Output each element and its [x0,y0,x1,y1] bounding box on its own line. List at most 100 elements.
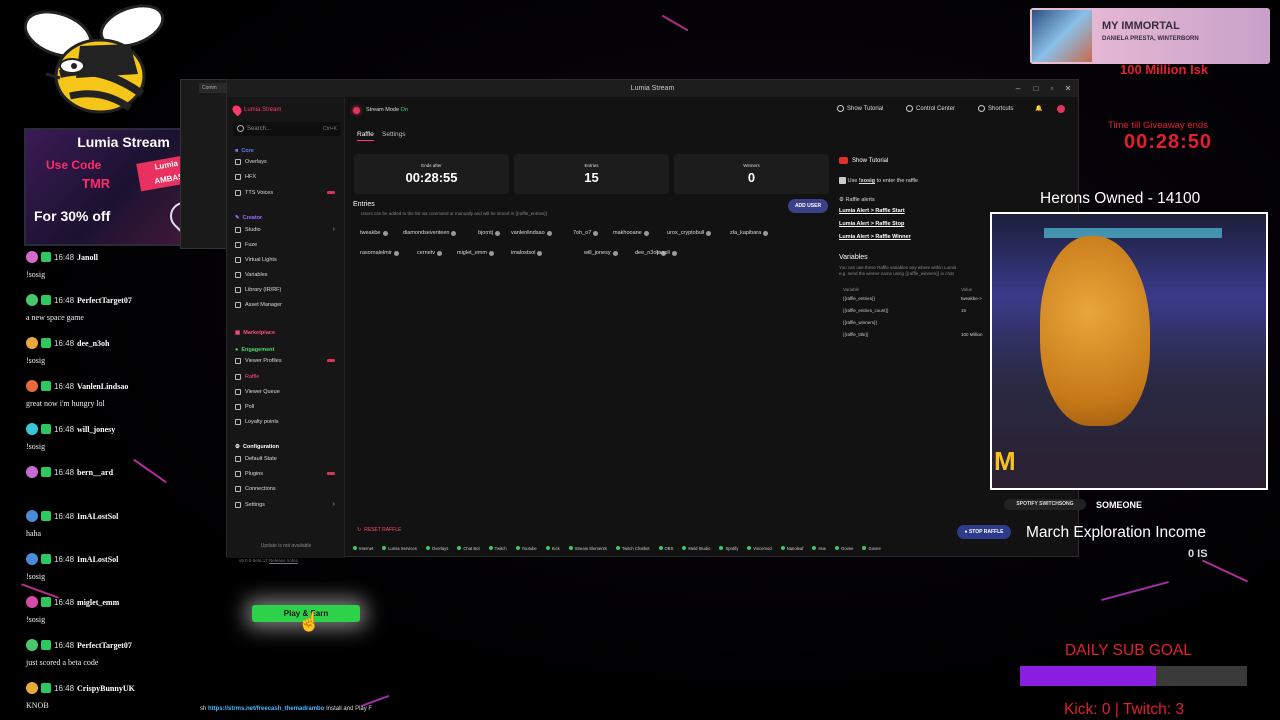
stream-mode-toggle[interactable]: Stream Mode On [353,103,408,117]
maximize-icon[interactable]: □ [1028,80,1044,97]
section-marketplace[interactable]: ▦ Marketplace [235,330,275,336]
bell-icon[interactable]: 🔔 [1035,105,1042,112]
sidebar-item[interactable]: HFX [235,170,339,183]
variable-value: 100 Million [961,332,983,337]
remove-icon[interactable] [437,250,443,256]
sidebar-item[interactable]: TTS Voices [235,186,339,199]
close-icon[interactable]: ✕ [1060,80,1076,97]
release-notes-link[interactable]: Release notes [269,558,298,563]
ticker-link[interactable]: https://strms.net/freecash_themadrambo [208,706,324,712]
tab-raffle[interactable]: Raffle [357,131,374,141]
status-item[interactable]: Chat Bot [457,546,479,554]
chat-time: 16:48 [54,467,75,477]
entry-chip[interactable]: bjorntj [478,230,500,236]
remove-icon[interactable] [593,230,599,236]
status-item[interactable]: Nanoleaf [781,546,804,554]
remove-icon[interactable] [382,230,388,236]
status-item[interactable]: Youtube [516,546,537,554]
show-tutorial-button[interactable]: Show Tutorial [837,105,883,112]
browser-tab[interactable]: Comm [199,83,227,93]
entry-chip[interactable]: diamondseventeen [403,230,457,236]
raffle-info-panel: Show Tutorial Use !sosig to enter the ra… [839,154,989,354]
status-item[interactable]: Spotify [719,546,738,554]
section-engagement[interactable]: ● Engagement [235,347,274,353]
alert-link-stop[interactable]: Lumia Alert > Raffle Stop [839,221,904,227]
entry-chip[interactable]: 7oh_o7 [573,230,599,236]
chat-text: great now i'm hungry lol [26,399,105,408]
status-item[interactable]: Voicemod [747,546,771,554]
entry-chip[interactable]: cernetv [417,250,443,256]
remove-icon[interactable] [494,230,500,236]
sidebar-item[interactable]: Plugins [235,467,339,480]
sidebar-item[interactable]: Poll [235,400,339,413]
lumia-logo-icon [230,103,244,117]
remove-icon[interactable] [706,230,712,236]
entry-chip[interactable]: janoll [657,250,677,256]
sidebar-item[interactable]: Asset Manager [235,298,339,311]
remove-icon[interactable] [763,230,769,236]
restore-icon[interactable]: ▫ [1044,80,1060,97]
chat-message: 16:48 will_jonesy !sosig [26,422,226,451]
sidebar-item[interactable]: Fuze [235,238,339,251]
entry-chip[interactable]: urox_cryptobull [667,230,712,236]
remove-icon[interactable] [393,250,399,256]
shortcuts-button[interactable]: Shortcuts [978,105,1013,112]
status-item[interactable]: Overlays [426,546,449,554]
sidebar-item[interactable]: Viewer Profiles [235,354,339,367]
status-item[interactable]: Internet [353,546,373,554]
entry-chip[interactable]: makhooane [613,230,649,236]
remove-icon[interactable] [643,230,649,236]
status-item[interactable]: Govee [835,546,853,554]
alert-link-winner[interactable]: Lumia Alert > Raffle Winner [839,234,911,240]
remove-icon[interactable] [451,230,457,236]
section-configuration[interactable]: ⚙ Configuration [235,444,279,450]
entry-chip[interactable]: miglet_emm [457,250,494,256]
youtube-icon [839,157,848,164]
minimize-icon[interactable]: – [1010,80,1026,97]
sidebar-item[interactable]: Studio › [235,223,339,236]
entry-chip[interactable]: tweakbe [360,230,388,236]
sidebar-item[interactable]: Library (IR/RF) [235,283,339,296]
remove-icon[interactable] [546,230,552,236]
alert-link-start[interactable]: Lumia Alert > Raffle Start [839,208,905,214]
remove-icon[interactable] [488,250,494,256]
tab-settings[interactable]: Settings [382,131,406,138]
section-core[interactable]: ■ Core [235,148,254,154]
entry-chip[interactable]: vanlenlindsao [511,230,552,236]
status-item[interactable]: OBS [659,546,674,554]
entry-chip[interactable]: will_jonesy [584,250,618,256]
status-item[interactable]: Twitch Chatbot [616,546,650,554]
sidebar-item[interactable]: Loyalty points [235,415,339,428]
status-item[interactable]: Lumia Services [382,546,417,554]
remove-icon[interactable] [537,250,543,256]
search-input[interactable]: Search... Ctrl+K [233,122,341,136]
sidebar-item[interactable]: Virtual Lights [235,253,339,266]
sidebar-item[interactable]: Default State [235,452,339,465]
status-item[interactable]: Meld Studio [682,546,710,554]
sidebar-item[interactable]: Viewer Queue [235,385,339,398]
status-item[interactable]: Kick [546,546,560,554]
add-user-button[interactable]: ADD USER [788,199,828,213]
reset-raffle-button[interactable]: ↻ RESET RAFFLE [357,527,401,533]
sidebar-item-label: TTS Voices [245,189,274,196]
status-item[interactable]: Twitch [489,546,507,554]
remove-icon[interactable] [671,250,677,256]
sidebar-item[interactable]: Settings › [235,498,339,511]
entry-chip[interactable]: imalostsol [511,250,543,256]
status-item[interactable]: Stream Elements [569,546,607,554]
status-item[interactable]: Govee [862,546,880,554]
variable-name: {{raffle_title}} [843,332,869,337]
control-center-button[interactable]: Control Center [906,105,955,112]
sidebar-item[interactable]: Raffle [235,370,339,383]
sidebar-item[interactable]: Variables [235,268,339,281]
stop-raffle-button[interactable]: ● STOP RAFFLE [957,525,1011,539]
remove-icon[interactable] [612,250,618,256]
entry-chip[interactable]: zla_kapibara [730,230,769,236]
sidebar-item[interactable]: Overlays [235,155,339,168]
show-tutorial-video-button[interactable]: Show Tutorial [839,157,888,164]
entry-chip[interactable]: rasornalelmir [360,250,399,256]
status-item[interactable]: Hue [812,546,826,554]
record-icon[interactable] [1057,105,1065,113]
sidebar-item[interactable]: Connections [235,482,339,495]
section-creator[interactable]: ✎ Creator [235,215,262,221]
